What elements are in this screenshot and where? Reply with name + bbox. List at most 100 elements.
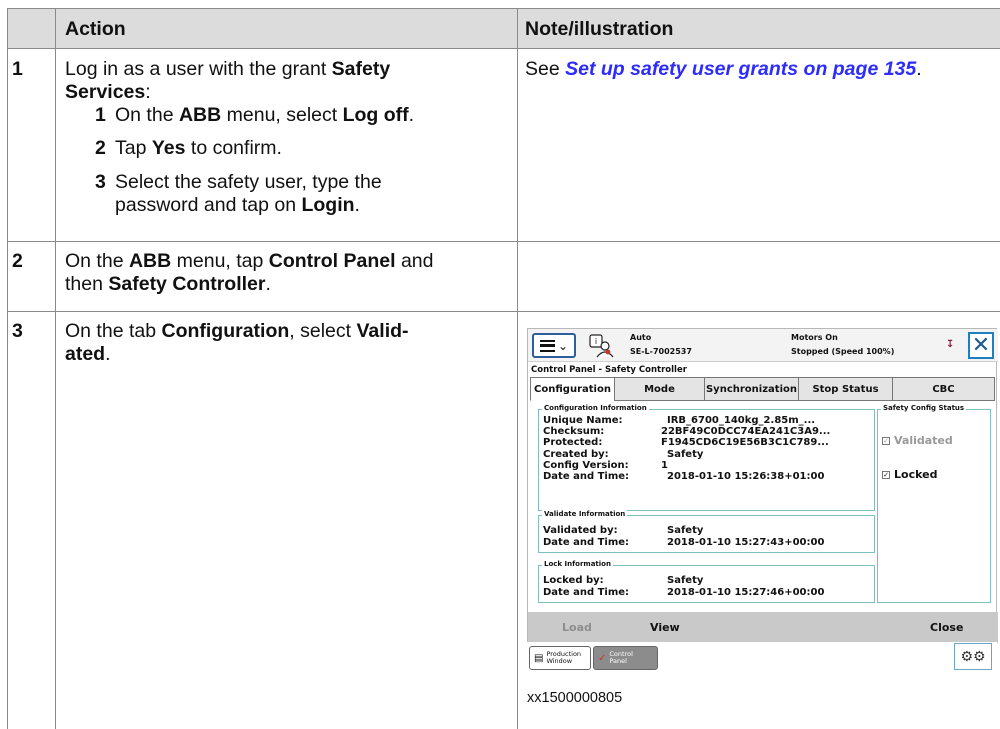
task-label-line: Window bbox=[546, 657, 573, 665]
divider bbox=[7, 8, 8, 48]
action-text: menu, tap bbox=[171, 250, 269, 272]
substep-text: Login bbox=[301, 194, 355, 216]
step-action: On the tab Configuration, select Valid- … bbox=[65, 320, 515, 366]
info-value: F1945CD6C19E56B3C1C789... bbox=[661, 437, 829, 448]
configuration-info-group: Configuration Information Unique Name: I… bbox=[538, 404, 875, 511]
svg-text:i: i bbox=[595, 337, 597, 346]
close-button[interactable]: Close bbox=[930, 621, 963, 634]
action-text: ABB bbox=[128, 250, 172, 272]
info-label: Date and Time: bbox=[543, 471, 630, 482]
checkbox-label: Validated bbox=[894, 434, 953, 447]
action-text: . bbox=[105, 343, 111, 365]
step-action: Log in as a user with the grant Safety S… bbox=[65, 58, 515, 104]
substep-text: password and tap on bbox=[115, 194, 302, 216]
substep-list: 1 On the ABB menu, select Log off. 2 Tap… bbox=[79, 104, 519, 217]
substep-text: menu, select bbox=[221, 104, 343, 126]
substep-text: Select the safety user, type the bbox=[115, 171, 382, 193]
controller-name: SE-L-7002537 bbox=[630, 347, 692, 356]
divider bbox=[7, 48, 8, 729]
substep: 1 On the ABB menu, select Log off. bbox=[79, 104, 519, 137]
divider bbox=[7, 241, 1000, 242]
action-text: then bbox=[65, 273, 109, 295]
info-value: Safety bbox=[667, 525, 704, 536]
note-text: See bbox=[525, 58, 566, 80]
load-button[interactable]: Load bbox=[562, 621, 592, 634]
grant-name-cont: Services bbox=[65, 81, 146, 103]
motors-status: Motors On bbox=[791, 333, 838, 342]
info-label: Unique Name: bbox=[543, 415, 623, 426]
action-text: ated bbox=[65, 343, 106, 365]
info-label: Created by: bbox=[543, 449, 609, 460]
substep-text: Log off bbox=[342, 104, 409, 126]
quickset-gear-icon[interactable]: ⚙⚙ bbox=[954, 643, 992, 670]
group-title: Configuration Information bbox=[542, 404, 649, 412]
tab-configuration[interactable]: Configuration bbox=[530, 377, 615, 401]
substep-text: ABB bbox=[178, 104, 222, 126]
task-label: Control Panel bbox=[609, 651, 633, 665]
step-number: 3 bbox=[12, 320, 23, 342]
task-label-line: Panel bbox=[609, 657, 627, 665]
cross-reference-link[interactable]: Set up safety user grants on page 135 bbox=[565, 58, 916, 80]
divider bbox=[7, 311, 1000, 312]
action-text: On the bbox=[65, 250, 129, 272]
operating-mode: Auto bbox=[630, 333, 652, 342]
substep-number: 3 bbox=[95, 171, 106, 193]
info-label: Checksum: bbox=[543, 426, 605, 437]
user-icon[interactable]: i bbox=[588, 333, 614, 358]
info-label: Config Version: bbox=[543, 460, 629, 471]
checkbox-label: Locked bbox=[894, 468, 938, 481]
control-panel-task[interactable]: ✓ Control Panel bbox=[593, 646, 658, 670]
validated-checkbox[interactable]: ✓ Validated bbox=[882, 434, 953, 447]
taskbar: ▤ Production Window ✓ Control Panel ⚙⚙ bbox=[527, 642, 997, 672]
command-bar: Load View Close bbox=[528, 612, 998, 643]
wrench-icon: ✓ bbox=[598, 652, 607, 664]
divider bbox=[55, 8, 56, 729]
tab-cbc[interactable]: CBC bbox=[892, 377, 995, 401]
info-label: Date and Time: bbox=[543, 537, 630, 548]
close-icon[interactable]: ✕ bbox=[968, 332, 994, 359]
panel-title: Control Panel - Safety Controller bbox=[531, 365, 687, 375]
window-icon: ▤ bbox=[534, 652, 544, 664]
locked-checkbox[interactable]: ✓ Locked bbox=[882, 468, 937, 481]
view-button[interactable]: View bbox=[650, 621, 680, 634]
info-label: Protected: bbox=[543, 437, 603, 448]
lock-info-group: Lock Information Locked by: Safety Date … bbox=[538, 560, 875, 603]
info-value: 2018-01-10 15:27:46+00:00 bbox=[667, 587, 825, 598]
info-value: 2018-01-10 15:27:43+00:00 bbox=[667, 537, 825, 548]
action-text: Valid- bbox=[356, 320, 409, 342]
substep-text: to confirm. bbox=[185, 137, 282, 159]
action-text: : bbox=[145, 81, 151, 103]
substep: 2 Tap Yes to confirm. bbox=[79, 137, 519, 171]
flexpendant-screenshot: ⌄ i Auto SE-L-7002537 Motors On Stopped … bbox=[527, 328, 998, 672]
step-number: 1 bbox=[12, 58, 23, 80]
substep-text: . bbox=[354, 194, 360, 216]
info-value: IRB_6700_140kg_2.85m_... bbox=[667, 415, 816, 426]
grant-name: Safety bbox=[331, 58, 391, 80]
info-label: Locked by: bbox=[543, 575, 604, 586]
tab-synchronization[interactable]: Synchronization bbox=[704, 377, 799, 401]
abb-menu-button[interactable]: ⌄ bbox=[532, 333, 576, 358]
action-text: Log in as a user with the grant bbox=[65, 58, 332, 80]
tab-stop-status[interactable]: Stop Status bbox=[798, 377, 893, 401]
production-window-task[interactable]: ▤ Production Window bbox=[529, 646, 591, 670]
validate-info-group: Validate Information Validated by: Safet… bbox=[538, 510, 875, 553]
action-text: Configuration bbox=[161, 320, 290, 342]
info-label: Validated by: bbox=[543, 525, 618, 536]
info-value: Safety bbox=[667, 575, 704, 586]
step-number: 2 bbox=[12, 250, 23, 272]
menu-icon bbox=[539, 339, 555, 352]
action-text: Safety Controller bbox=[108, 273, 266, 295]
substep-number: 1 bbox=[95, 104, 106, 126]
header-note: Note/illustration bbox=[525, 18, 674, 40]
tab-mode[interactable]: Mode bbox=[614, 377, 705, 401]
step-action: On the ABB menu, tap Control Panel and t… bbox=[65, 250, 515, 296]
checkbox-icon: ✓ bbox=[882, 470, 890, 479]
action-text: On the tab bbox=[65, 320, 162, 342]
group-title: Validate Information bbox=[542, 510, 628, 518]
info-value: 2018-01-10 15:26:38+01:00 bbox=[667, 471, 825, 482]
substep: 3 Select the safety user, type the passw… bbox=[79, 171, 519, 217]
substep-text: Tap bbox=[115, 137, 152, 159]
action-text: , select bbox=[289, 320, 357, 342]
step-note: See Set up safety user grants on page 13… bbox=[525, 58, 1000, 81]
checkbox-icon: ✓ bbox=[882, 436, 890, 445]
